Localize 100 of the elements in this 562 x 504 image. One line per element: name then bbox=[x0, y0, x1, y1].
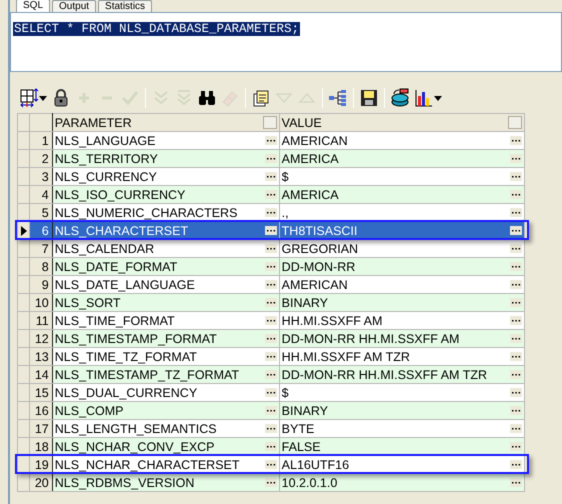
grid-icon[interactable] bbox=[18, 88, 48, 108]
save-icon[interactable] bbox=[359, 88, 379, 108]
table-cell: NLS_NCHAR_CONV_EXCP bbox=[54, 440, 215, 454]
ellipsis-button[interactable] bbox=[264, 370, 277, 379]
row-number: 9 bbox=[30, 276, 52, 294]
ellipsis-button[interactable] bbox=[510, 316, 522, 325]
row-number: 15 bbox=[30, 384, 52, 402]
ellipsis-button[interactable] bbox=[510, 262, 522, 271]
row-number: 13 bbox=[30, 348, 52, 366]
table-cell: NLS_CURRENCY bbox=[54, 170, 157, 184]
table-cell: NLS_DATE_FORMAT bbox=[54, 260, 178, 274]
row-number: 14 bbox=[30, 366, 52, 384]
table-cell: NLS_NUMERIC_CHARACTERS bbox=[54, 206, 238, 220]
row-number: 2 bbox=[30, 150, 52, 168]
tab[interactable]: SQL bbox=[16, 0, 50, 12]
ellipsis-button[interactable] bbox=[264, 280, 277, 289]
ellipsis-button[interactable] bbox=[264, 136, 277, 145]
ellipsis-button[interactable] bbox=[264, 424, 277, 433]
ellipsis-button[interactable] bbox=[264, 172, 277, 181]
table-cell: AMERICA bbox=[282, 188, 339, 202]
sql-editor[interactable]: SELECT * FROM NLS_DATABASE_PARAMETERS; bbox=[10, 12, 562, 72]
table-cell: $ bbox=[282, 170, 289, 184]
ellipsis-button[interactable] bbox=[264, 478, 277, 487]
ellipsis-button[interactable] bbox=[510, 334, 522, 343]
ellipsis-button[interactable] bbox=[510, 370, 522, 379]
ellipsis-button[interactable] bbox=[510, 406, 522, 415]
ellipsis-button[interactable] bbox=[264, 226, 277, 235]
row-number: 8 bbox=[30, 258, 52, 276]
table-cell: AMERICAN bbox=[282, 134, 348, 148]
ellipsis-button[interactable] bbox=[510, 460, 522, 469]
table-cell: AMERICAN bbox=[282, 278, 348, 292]
table-cell: NLS_RDBMS_VERSION bbox=[54, 476, 194, 490]
table-cell: DD-MON-RR HH.MI.SSXFF AM TZR bbox=[282, 368, 487, 382]
ellipsis-button[interactable] bbox=[510, 172, 522, 181]
table-cell: NLS_COMP bbox=[54, 404, 124, 418]
ellipsis-button[interactable] bbox=[264, 262, 277, 271]
table-cell: HH.MI.SSXFF AM bbox=[282, 314, 382, 328]
table-cell: BYTE bbox=[282, 422, 314, 436]
table-cell: NLS_CALENDAR bbox=[54, 242, 154, 256]
caret-icon[interactable] bbox=[39, 96, 47, 100]
table-cell: NLS_ISO_CURRENCY bbox=[54, 188, 186, 202]
ellipsis-button[interactable] bbox=[264, 208, 277, 217]
binoculars-icon[interactable] bbox=[197, 88, 217, 108]
table-cell: NLS_TIMESTAMP_TZ_FORMAT bbox=[54, 368, 240, 382]
table-cell: AMERICA bbox=[282, 152, 339, 166]
table-cell: 10.2.0.1.0 bbox=[282, 476, 338, 490]
ellipsis-button[interactable] bbox=[510, 424, 522, 433]
database-icon[interactable] bbox=[390, 88, 410, 108]
table-cell: DD-MON-RR bbox=[282, 260, 356, 274]
ellipsis-button[interactable] bbox=[510, 190, 522, 199]
row-number: 10 bbox=[30, 294, 52, 312]
ellipsis-button[interactable] bbox=[510, 208, 522, 217]
ellipsis-button[interactable] bbox=[264, 442, 277, 451]
ellipsis-button[interactable] bbox=[264, 316, 277, 325]
ellipsis-button[interactable] bbox=[264, 154, 277, 163]
row-number: 20 bbox=[30, 474, 52, 492]
documents-icon[interactable] bbox=[251, 88, 271, 108]
ellipsis-button[interactable] bbox=[510, 244, 522, 253]
row-number: 12 bbox=[30, 330, 52, 348]
table-cell: GREGORIAN bbox=[282, 242, 358, 256]
column-header[interactable]: PARAMETER bbox=[52, 114, 280, 132]
hierarchy-icon[interactable] bbox=[328, 88, 348, 108]
row-number: 11 bbox=[30, 312, 52, 330]
table-cell: AL16UTF16 bbox=[282, 458, 350, 472]
row-number: 4 bbox=[30, 186, 52, 204]
ellipsis-button[interactable] bbox=[510, 388, 522, 397]
ellipsis-button[interactable] bbox=[264, 298, 277, 307]
bar-chart-icon[interactable] bbox=[413, 88, 443, 108]
tab[interactable]: Output bbox=[52, 0, 96, 12]
table-cell: NLS_DATE_LANGUAGE bbox=[54, 278, 195, 292]
table-cell: NLS_SORT bbox=[54, 296, 121, 310]
ellipsis-button[interactable] bbox=[264, 334, 277, 343]
ellipsis-button[interactable] bbox=[510, 154, 522, 163]
ellipsis-button[interactable] bbox=[510, 442, 522, 451]
table-cell: BINARY bbox=[282, 296, 328, 310]
tab[interactable]: Statistics bbox=[98, 0, 152, 12]
caret-icon[interactable] bbox=[434, 96, 442, 100]
ellipsis-button[interactable] bbox=[264, 406, 277, 415]
ellipsis-button[interactable] bbox=[510, 280, 522, 289]
table-cell: NLS_TIME_TZ_FORMAT bbox=[54, 350, 197, 364]
ellipsis-button[interactable] bbox=[510, 298, 522, 307]
table-cell: DD-MON-RR HH.MI.SSXFF AM bbox=[282, 332, 460, 346]
ellipsis-button[interactable] bbox=[264, 352, 277, 361]
table-cell: $ bbox=[282, 386, 289, 400]
column-header[interactable]: VALUE bbox=[279, 114, 524, 132]
table-cell: TH8TISASCII bbox=[282, 224, 358, 238]
row-number: 17 bbox=[30, 420, 52, 438]
table-cell: BINARY bbox=[282, 404, 328, 418]
table-cell: NLS_TERRITORY bbox=[54, 152, 158, 166]
table-cell: FALSE bbox=[282, 440, 321, 454]
ellipsis-button[interactable] bbox=[510, 352, 522, 361]
ellipsis-button[interactable] bbox=[264, 460, 277, 469]
ellipsis-button[interactable] bbox=[264, 190, 277, 199]
ellipsis-button[interactable] bbox=[510, 136, 522, 145]
ellipsis-button[interactable] bbox=[510, 226, 522, 235]
ellipsis-button[interactable] bbox=[510, 478, 522, 487]
row-number: 16 bbox=[30, 402, 52, 420]
table-cell: NLS_TIMESTAMP_FORMAT bbox=[54, 332, 217, 346]
ellipsis-button[interactable] bbox=[264, 388, 277, 397]
ellipsis-button[interactable] bbox=[264, 244, 277, 253]
